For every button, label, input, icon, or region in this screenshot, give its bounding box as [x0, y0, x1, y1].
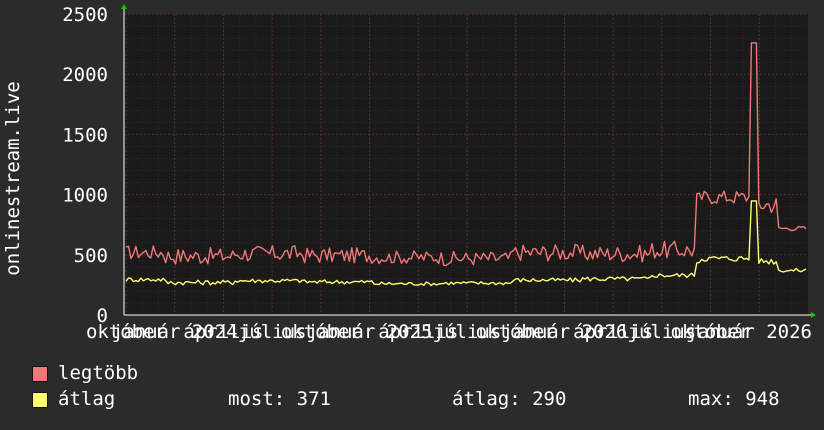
chart-root: 0 500 1000 1500 2000 2500 onlinestream.live okt… [0, 0, 824, 430]
legend-label-legtobb: legtöbb [58, 362, 139, 384]
y-axis-title: onlinestream.live [2, 81, 24, 275]
y-axis-arrow [121, 4, 127, 9]
plot-area [124, 14, 808, 315]
legend: legtöbb átlag most: 371 átlag: 290 max: … [28, 362, 808, 414]
y-tick-label: 2000 [62, 64, 108, 86]
y-tick-label: 1500 [62, 124, 108, 146]
x-tick-label: január 2026 [686, 321, 812, 343]
legend-item-legtobb: legtöbb [28, 362, 808, 388]
legtobb-swatch [32, 366, 48, 382]
x-axis-arrow [811, 312, 816, 318]
stat-now: most: 371 [228, 388, 331, 410]
line-chart: 05001000150020002500onlinestream.liveokt… [2, 4, 816, 343]
stat-max: max: 948 [688, 388, 780, 410]
atlag-swatch [32, 392, 48, 408]
stat-average: átlag: 290 [452, 388, 567, 410]
y-tick-label: 1000 [62, 185, 108, 207]
legend-label-atlag: átlag [58, 388, 116, 410]
y-tick-label: 2500 [62, 4, 108, 26]
y-tick-label: 500 [74, 245, 108, 267]
legend-item-atlag: átlag most: 371 átlag: 290 max: 948 [28, 388, 808, 414]
